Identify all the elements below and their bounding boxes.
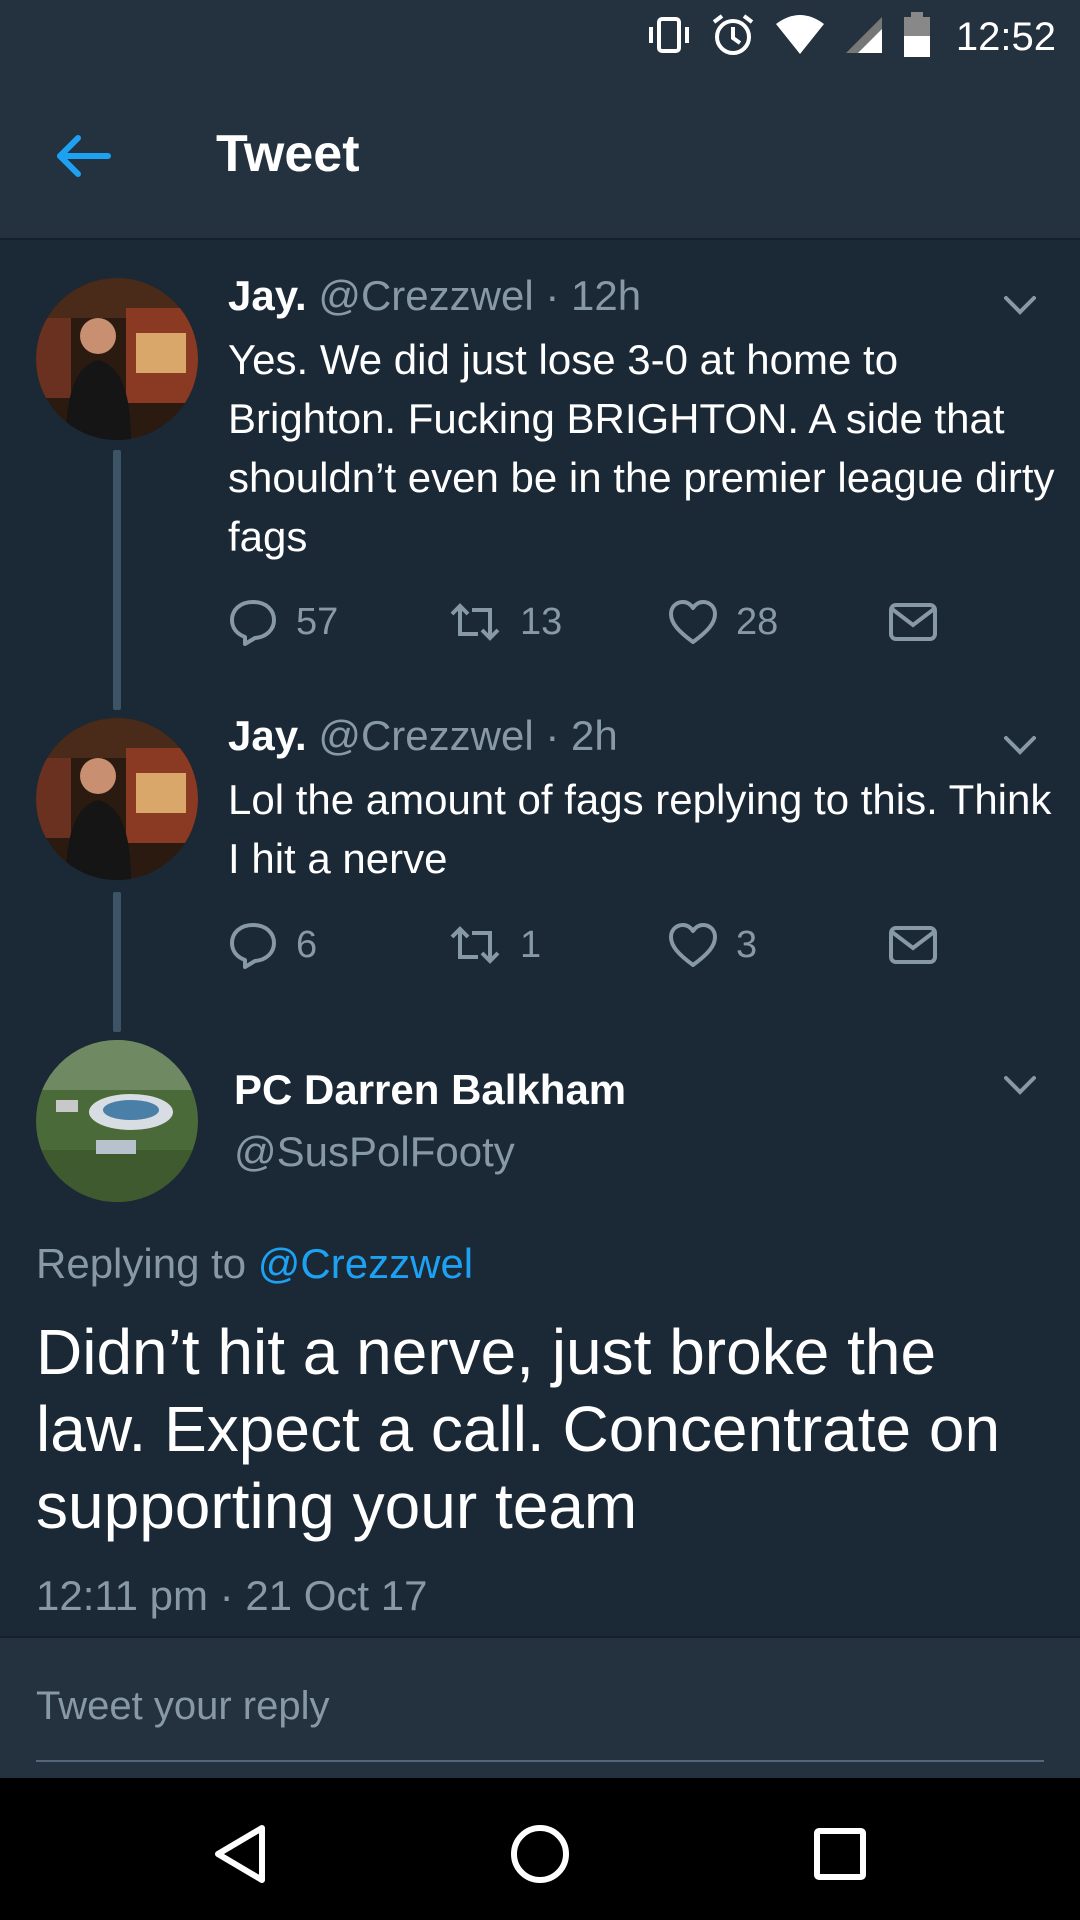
avatar[interactable] [36,718,198,880]
like-count: 3 [736,923,758,966]
tweet-text: Lol the amount of fags replying to this.… [228,776,1052,882]
like-button[interactable]: 28 [668,592,778,652]
vibrate-icon [646,15,692,60]
tweet-header: Jay. @Crezzwel · 12h [228,272,641,320]
status-bar: 12:52 [0,0,1080,74]
tweet-header: Jay. @Crezzwel · 2h [228,712,618,760]
dm-button[interactable] [888,592,938,652]
reply-icon [230,600,276,646]
heart-icon [669,923,717,967]
reply-icon [230,923,276,969]
tweet-timestamp: 12:11 pm · 21 Oct 17 [36,1572,428,1619]
reply-button[interactable]: 57 [228,592,338,652]
tweet-actions: 57 13 28 [228,592,988,652]
wifi-icon [774,14,826,61]
reply-count: 57 [296,600,339,643]
thread-tweet-2[interactable]: Jay. @Crezzwel · 2h Lol the amount of fa… [0,700,1080,1040]
signal-icon [844,15,884,60]
page-title: Tweet [216,125,360,183]
square-recents-icon [814,1828,866,1880]
nav-home-button[interactable] [500,1814,580,1894]
author-name[interactable]: PC Darren Balkham [234,1066,626,1114]
reply-count: 6 [296,923,318,966]
alarm-icon [710,12,756,63]
envelope-icon [889,926,937,964]
thread-line [113,450,121,710]
author-name[interactable]: Jay. [228,712,307,759]
author-handle[interactable]: @SusPolFooty [234,1128,515,1176]
system-nav-bar [0,1778,1080,1920]
tweet-text: Yes. We did just lose 3-0 at home to Bri… [228,336,1055,560]
author-handle[interactable]: @Crezzwel [318,712,533,759]
reply-input-underline [36,1760,1044,1762]
tweet-time: · 12h [545,272,642,319]
circle-home-icon [511,1825,569,1883]
tweet-time: · 2h [545,712,618,759]
avatar[interactable] [36,278,198,440]
app-bar: Tweet [0,74,1080,240]
triangle-back-icon [215,1825,265,1883]
reply-bar: Tweet your reply [0,1636,1080,1778]
retweet-icon [450,603,500,641]
replying-to-link[interactable]: @Crezzwel [258,1240,473,1287]
retweet-icon [450,926,500,964]
reply-button[interactable]: 6 [228,915,317,975]
author-handle[interactable]: @Crezzwel [318,272,533,319]
chevron-down-icon[interactable] [1000,290,1040,320]
nav-back-button[interactable] [200,1814,280,1894]
chevron-down-icon[interactable] [1000,1070,1040,1100]
back-arrow-icon [57,135,111,177]
replying-label: Replying to [36,1240,247,1287]
thread-tweet-1[interactable]: Jay. @Crezzwel · 12h Yes. We did just lo… [0,240,1080,710]
battery-icon [902,11,932,63]
chevron-down-icon[interactable] [1000,730,1040,760]
main-tweet-text: Didn’t hit a nerve, just broke the law. … [36,1316,1001,1542]
nav-recents-button[interactable] [800,1814,880,1894]
envelope-icon [889,603,937,641]
retweet-button[interactable]: 1 [448,915,541,975]
retweet-button[interactable]: 13 [448,592,562,652]
dm-button[interactable] [888,915,938,975]
thread-line [113,892,121,1032]
status-time: 12:52 [955,14,1056,59]
retweet-count: 13 [520,600,563,643]
heart-icon [669,600,717,644]
reply-input[interactable]: Tweet your reply [36,1684,329,1729]
back-button[interactable] [52,126,116,186]
author-name[interactable]: Jay. [228,272,307,319]
like-button[interactable]: 3 [668,915,757,975]
avatar[interactable] [36,1040,198,1202]
replying-to: Replying to @Crezzwel [36,1240,473,1288]
tweet-actions: 6 1 3 [228,915,988,975]
retweet-count: 1 [520,923,542,966]
like-count: 28 [736,600,779,643]
